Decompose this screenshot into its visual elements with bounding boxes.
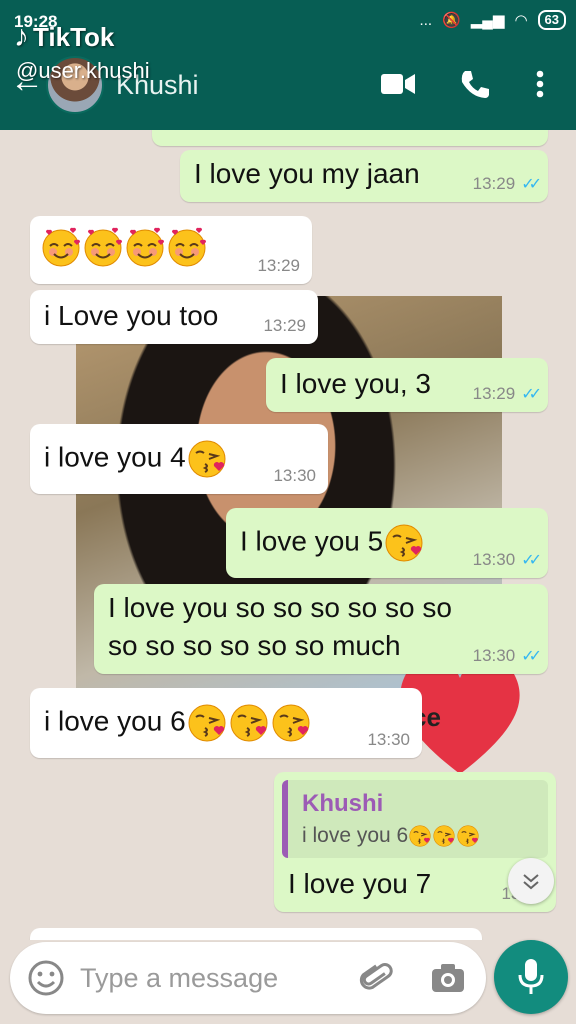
message-time: 13:30 [273,466,316,485]
tiktok-brand: TikTok [33,22,115,52]
quote-text-row: i love you 6 [302,824,480,848]
message-bubble-out[interactable]: I love you my jaan 13:29 ✓✓ [180,150,548,202]
message-text: i Love you too [44,300,219,331]
smiling-face-with-hearts-icon [84,226,124,267]
face-blowing-kiss-icon [457,825,480,848]
message-bubble-in[interactable]: i love you 6 13:30 [30,688,422,758]
message-bubble-in[interactable]: 13:29 [30,216,312,284]
message-text-row: i love you 6 [44,702,312,744]
message-time: 13:29 [263,316,306,335]
status-signal-dots: ... [419,11,433,29]
attach-icon[interactable] [356,958,396,998]
message-text-row: i love you 4 [44,438,228,480]
mic-button[interactable] [494,940,568,1014]
tiktok-watermark: ♪ TikTok [14,20,114,54]
smiling-face-with-hearts-icon [42,226,82,267]
quote-text: i love you 6 [302,824,409,847]
quoted-message[interactable]: Khushi i love you 6 [282,780,548,858]
message-time: 13:30 [472,550,516,569]
phone-icon[interactable] [454,64,494,104]
face-blowing-kiss-icon [229,704,268,742]
message-time: 13:29 [472,174,516,193]
chat-header: ← Khushi [0,42,576,130]
message-text: I love you my jaan [194,158,420,189]
message-bubble-in[interactable]: i Love you too 13:29 [30,290,318,344]
message-time: 13:29 [257,256,300,275]
message-meta: 13:29 ✓✓ [472,384,542,404]
message-time: 13:30 [367,730,410,749]
face-blowing-kiss-icon [385,524,424,562]
smiling-face-with-hearts-icon [168,226,208,267]
more-vert-icon[interactable] [520,64,560,104]
signal-icon: ▂▄▆ [470,12,505,29]
message-text-row: I love you 5 [240,522,425,564]
tiktok-logo-icon: ♪ [14,20,29,53]
message-text: i love you 4 [44,441,186,473]
message-meta: 13:29 [263,316,306,336]
read-ticks-icon: ✓✓ [521,552,542,569]
emoji-icon[interactable] [26,958,66,998]
scroll-to-bottom-button[interactable] [508,858,554,904]
chat-screen: 19:28 ... 🔕 ▂▄▆ ◠ 63 ← Khushi ♪ TikTok @u… [0,0,576,1024]
message-bubble-partial[interactable] [152,130,548,146]
message-text: I love you 5 [240,525,384,557]
message-meta: 13:30 ✓✓ [472,550,542,570]
mic-icon [518,959,544,994]
quote-author: Khushi [302,790,384,817]
emoji-row [40,226,208,268]
message-text: I love you, 3 [280,368,431,399]
message-input[interactable] [80,960,350,996]
message-meta: 13:30 [367,730,410,750]
message-bubble-out[interactable]: I love you, 3 13:29 ✓✓ [266,358,548,412]
chevron-down-icon [523,874,539,890]
wifi-icon: ◠ [514,12,528,29]
message-list[interactable]: ce I love you my jaan 13:29 ✓✓ 13:29 i Lo… [0,130,576,940]
face-blowing-kiss-icon [187,440,226,478]
message-bubble-partial[interactable] [30,928,482,940]
message-meta: 13:29 [257,256,300,276]
face-blowing-kiss-icon [187,704,226,742]
read-ticks-icon: ✓✓ [521,648,542,665]
mute-icon: 🔕 [442,12,461,29]
message-meta: 13:29 ✓✓ [472,174,542,194]
camera-icon[interactable] [428,958,468,998]
smiling-face-with-hearts-icon [126,226,166,267]
video-call-icon[interactable] [378,64,418,104]
face-blowing-kiss-icon [409,825,432,848]
status-icons: ... 🔕 ▂▄▆ ◠ 63 [420,10,566,30]
message-text: I love you 7 [288,868,432,899]
face-blowing-kiss-icon [271,704,310,742]
face-blowing-kiss-icon [433,825,456,848]
battery-icon: 63 [537,10,566,30]
message-meta: 13:30 [273,466,316,486]
message-text-line2: so so so so so so much [108,630,401,661]
message-bubble-in[interactable]: i love you 4 13:30 [30,424,328,494]
message-bubble-out[interactable]: I love you so so so so so so so so so so… [94,584,548,674]
message-bubble-out[interactable]: I love you 5 13:30 ✓✓ [226,508,548,578]
message-time: 13:29 [472,384,516,403]
read-ticks-icon: ✓✓ [521,176,542,193]
tiktok-username: @user.khushi [16,58,150,83]
message-text: i love you 6 [44,705,186,737]
message-text-line1: I love you so so so so so so [108,592,452,623]
message-time: 13:30 [472,646,516,665]
message-meta: 13:30 ✓✓ [472,646,542,666]
message-composer [10,942,486,1014]
read-ticks-icon: ✓✓ [521,386,542,403]
